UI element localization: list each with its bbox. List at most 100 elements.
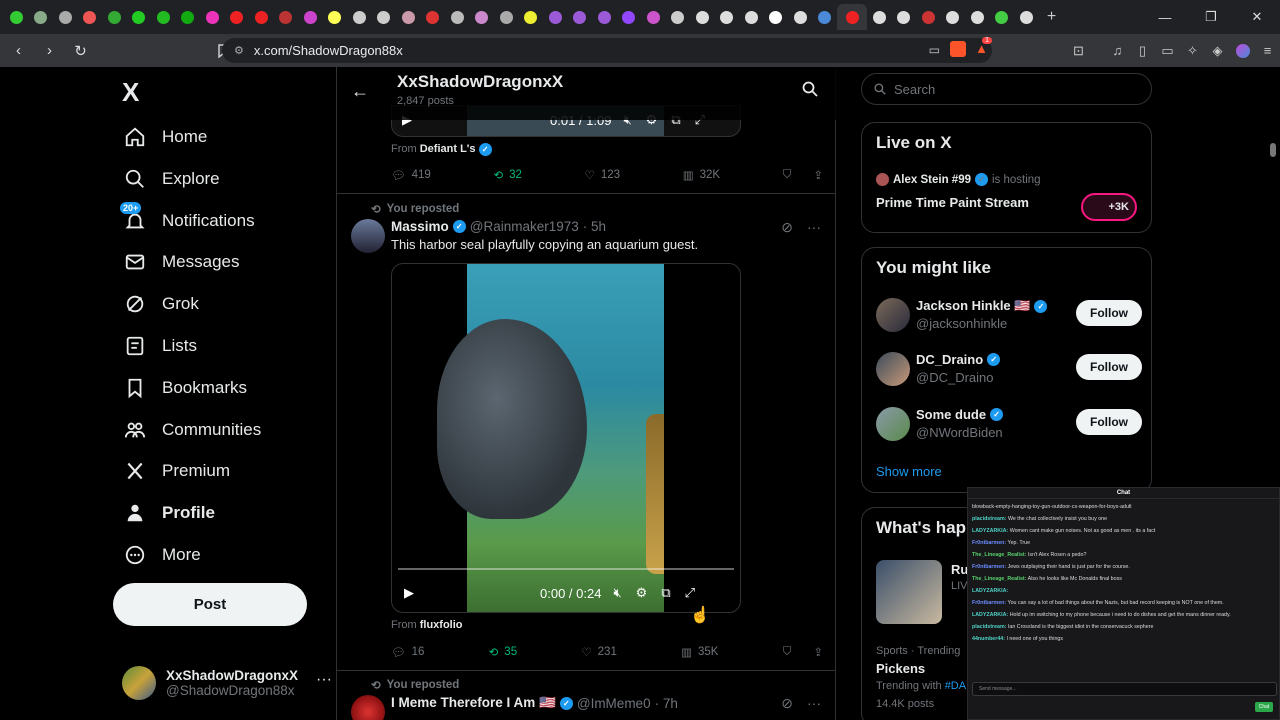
bookmark-button[interactable]: ⛉ ⇪ xyxy=(783,168,823,183)
minimize-button[interactable]: — xyxy=(1142,0,1188,34)
chat-username[interactable]: LADYZARKIA: xyxy=(972,528,1008,534)
follow-button[interactable]: Follow xyxy=(1076,300,1142,326)
browser-tab[interactable] xyxy=(151,4,176,30)
chat-message-input[interactable]: Send message... xyxy=(972,682,1277,696)
nav-item-messages[interactable]: Messages xyxy=(122,242,239,282)
settings-icon[interactable]: ⚙ xyxy=(636,585,648,601)
mute-icon[interactable]: 🔇︎ xyxy=(613,585,621,601)
browser-tab[interactable] xyxy=(813,4,838,30)
reload-icon[interactable]: ↻ xyxy=(68,38,93,63)
show-more-link[interactable]: Show more xyxy=(876,464,942,479)
browser-tab[interactable] xyxy=(666,4,691,30)
vpn-icon[interactable]: ◈ xyxy=(1205,38,1230,63)
reply-button[interactable]: 💬︎ 419 xyxy=(391,168,431,182)
profile-icon[interactable] xyxy=(1230,38,1255,63)
menu-icon[interactable]: ≡ xyxy=(1255,38,1280,63)
search-icon[interactable] xyxy=(802,81,818,102)
browser-tab[interactable] xyxy=(592,4,617,30)
chat-username[interactable]: LADYZARKIA: xyxy=(972,588,1008,594)
chat-username[interactable]: placidstream: xyxy=(972,516,1006,522)
search-input[interactable]: Search xyxy=(861,73,1152,105)
author-name[interactable]: I Meme Therefore I Am 🇺🇸 xyxy=(391,695,556,711)
play-icon[interactable]: ▶ xyxy=(404,585,414,601)
browser-tab[interactable] xyxy=(916,4,941,30)
scroll-thumb[interactable] xyxy=(1270,143,1276,157)
nav-item-explore[interactable]: Explore xyxy=(122,159,220,199)
x-logo-icon[interactable]: X xyxy=(122,77,139,108)
browser-tab[interactable] xyxy=(494,4,519,30)
chat-username[interactable]: 44number44: xyxy=(972,636,1005,642)
browser-tab[interactable] xyxy=(298,4,323,30)
chat-username[interactable]: Fr0ntbarmen: xyxy=(972,600,1006,606)
browser-tab[interactable] xyxy=(127,4,152,30)
cast-icon[interactable]: ▭ xyxy=(929,43,940,57)
leo-icon[interactable]: ✧ xyxy=(1180,38,1205,63)
browser-tab[interactable] xyxy=(421,4,446,30)
more-icon[interactable]: ··· xyxy=(807,695,821,712)
account-switcher[interactable]: XxShadowDragonxX @ShadowDragon88x ··· xyxy=(122,663,332,703)
sidebar-icon[interactable]: ▯ xyxy=(1130,38,1155,63)
browser-tab[interactable] xyxy=(641,4,666,30)
nav-item-grok[interactable]: Grok xyxy=(122,284,199,324)
avatar[interactable] xyxy=(351,695,385,720)
site-info-icon[interactable]: ⚙ xyxy=(234,44,244,57)
nav-item-lists[interactable]: Lists xyxy=(122,326,197,366)
like-button[interactable]: ♡ 231 xyxy=(581,645,617,659)
browser-tab[interactable] xyxy=(445,4,470,30)
browser-tab[interactable] xyxy=(568,4,593,30)
tweet-time[interactable]: · 7h xyxy=(655,696,678,711)
suggestion-row[interactable]: DC_Draino ✓ @DC_Draino Follow xyxy=(876,352,1142,392)
suggestion-row[interactable]: Some dude ✓ @NWordBiden Follow xyxy=(876,407,1142,447)
follow-button[interactable]: Follow xyxy=(1076,354,1142,380)
author-name[interactable]: Massimo xyxy=(391,219,449,234)
browser-tab[interactable] xyxy=(941,4,966,30)
browser-tab[interactable] xyxy=(225,4,250,30)
browser-tab[interactable] xyxy=(788,4,813,30)
back-arrow-icon[interactable]: ← xyxy=(351,81,369,102)
chat-username[interactable]: The_Lineage_Realist: xyxy=(972,552,1026,558)
source-name[interactable]: fluxfolio xyxy=(420,619,463,631)
nav-item-notifications[interactable]: 20+ Notifications xyxy=(120,201,255,241)
views-button[interactable]: ▥ 32K xyxy=(683,168,720,182)
more-icon[interactable]: ··· xyxy=(807,219,821,236)
share-icon[interactable]: ⇪ xyxy=(813,645,823,659)
share-icon[interactable]: ⇪ xyxy=(813,168,823,182)
nav-item-more[interactable]: More xyxy=(122,535,201,575)
browser-tab[interactable] xyxy=(323,4,348,30)
nav-item-home[interactable]: Home xyxy=(122,117,207,157)
bookmark-button[interactable]: ⛉ ⇪ xyxy=(783,645,823,660)
nav-item-premium[interactable]: Premium xyxy=(122,451,230,491)
video-player[interactable]: ▶ 0:00 / 0:24 🔇︎ ⚙ ⧉ ⤢ xyxy=(391,263,741,613)
video-progress[interactable] xyxy=(398,568,734,570)
like-button[interactable]: ♡ 123 xyxy=(585,168,621,182)
suggestion-row[interactable]: Jackson Hinkle 🇺🇸 ✓ @jacksonhinkle Follow xyxy=(876,298,1142,338)
repost-button[interactable]: ⟲ 35 xyxy=(489,645,517,659)
browser-tab[interactable] xyxy=(690,4,715,30)
nav-item-profile[interactable]: Profile xyxy=(122,493,215,533)
trend-name[interactable]: Pickens xyxy=(876,661,925,676)
browser-tab[interactable] xyxy=(1014,4,1039,30)
browser-tab[interactable] xyxy=(347,4,372,30)
browser-tab[interactable] xyxy=(965,4,990,30)
repost-button[interactable]: ⟲ 32 xyxy=(493,168,521,182)
chat-username[interactable]: Fr0ntbarmen: xyxy=(972,540,1006,546)
chat-username[interactable]: placidstream: xyxy=(972,624,1006,630)
browser-tab[interactable] xyxy=(4,4,29,30)
grok-icon[interactable]: ⊘ xyxy=(781,219,793,236)
browser-tab[interactable] xyxy=(892,4,917,30)
browser-tab[interactable] xyxy=(543,4,568,30)
browser-tab[interactable] xyxy=(519,4,544,30)
pip-icon[interactable]: ⧉ xyxy=(661,585,670,601)
chat-username[interactable]: The_Lineage_Realist: xyxy=(972,576,1026,582)
browser-tab[interactable] xyxy=(617,4,642,30)
listener-count-badge[interactable]: +3K xyxy=(1081,193,1137,221)
back-button[interactable]: ‹ xyxy=(6,38,31,63)
browser-tab[interactable] xyxy=(837,4,867,30)
fullscreen-icon[interactable]: ⤢ xyxy=(685,585,695,601)
browser-tab[interactable] xyxy=(102,4,127,30)
post-button[interactable]: Post xyxy=(113,583,307,626)
url-field[interactable]: ⚙ x.com/ShadowDragon88x ▭ ▲ 1 xyxy=(222,37,992,63)
avatar[interactable] xyxy=(351,219,385,253)
browser-tab[interactable] xyxy=(249,4,274,30)
chat-send-button[interactable]: Chat xyxy=(1255,702,1273,712)
